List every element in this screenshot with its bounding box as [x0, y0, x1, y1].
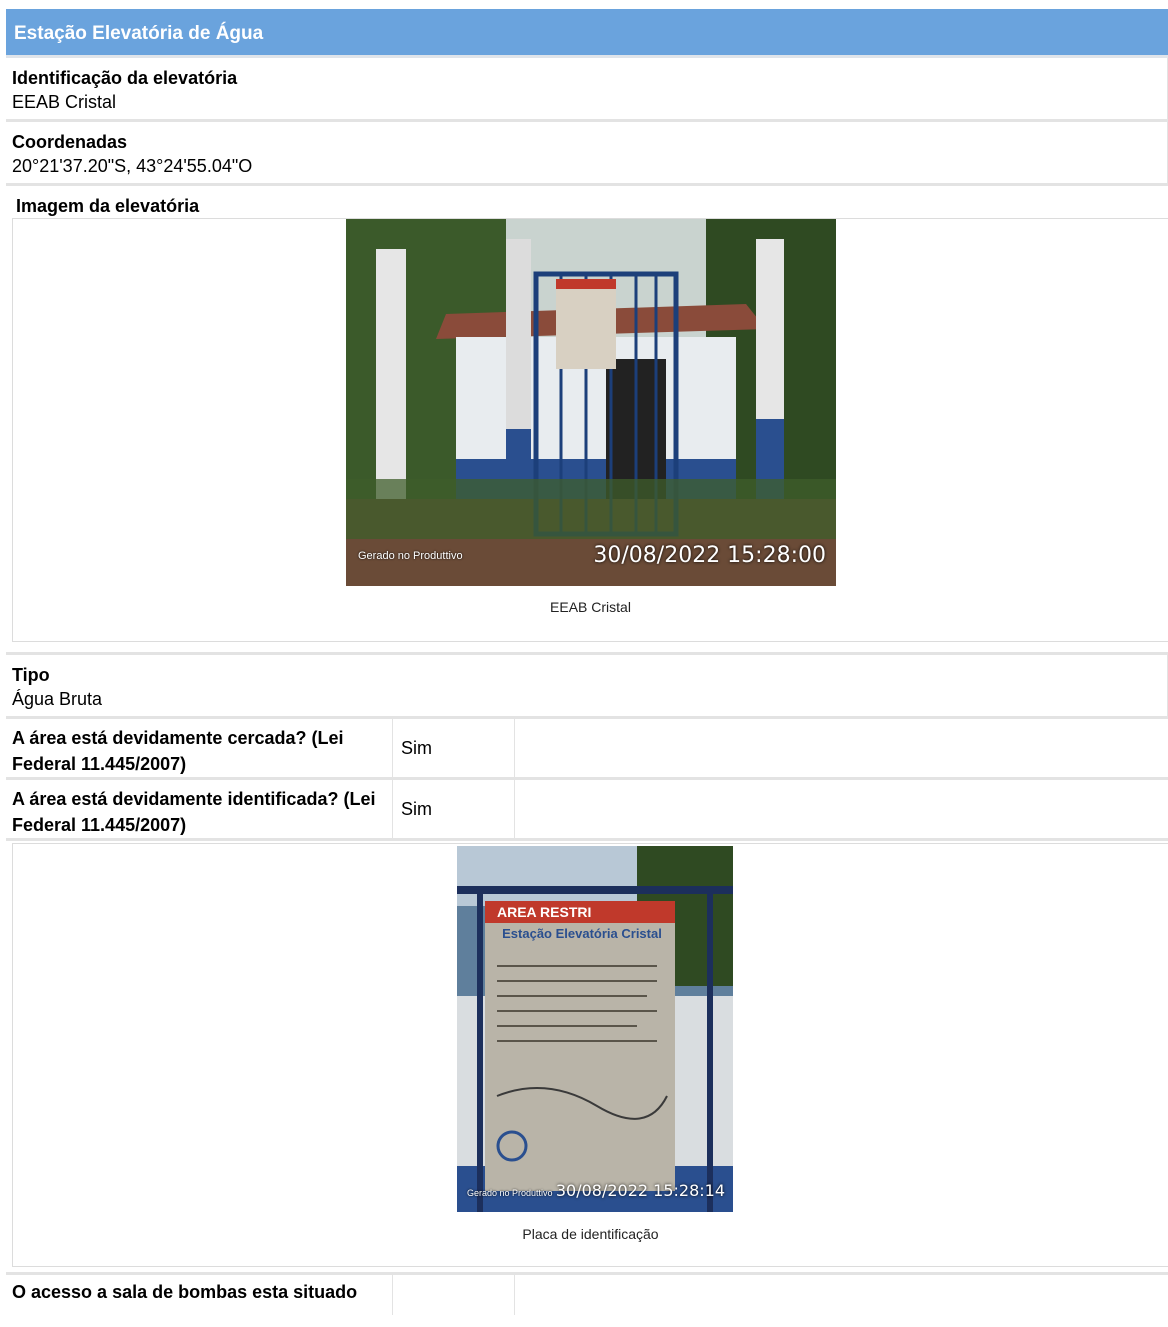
- question-label: A área está devidamente identificada? (L…: [6, 780, 393, 838]
- station-image-label: Imagem da elevatória: [16, 196, 200, 216]
- photo-timestamp: 30/08/2022 15:28:00: [593, 543, 826, 568]
- coordinates-label: Coordenadas: [12, 132, 128, 152]
- sign-title-text: Estação Elevatória Cristal: [502, 926, 662, 941]
- tipo-label: Tipo: [12, 665, 50, 685]
- station-image-frame: Gerado no Produttivo 30/08/2022 15:28:00…: [12, 218, 1168, 642]
- question-answer: [393, 1275, 515, 1315]
- sign-photo-graphic: [457, 846, 733, 1212]
- photo-timestamp: 30/08/2022 15:28:14: [555, 1181, 725, 1200]
- tipo-field: Tipo Água Bruta: [6, 655, 1168, 719]
- report-page: Estação Elevatória de Água Identificação…: [6, 9, 1168, 1315]
- question-label: O acesso a sala de bombas esta situado: [6, 1275, 393, 1315]
- sign-photo-caption: Placa de identificação: [522, 1226, 659, 1242]
- station-photo-caption: EEAB Cristal: [550, 599, 631, 615]
- question-spacer: [515, 780, 1168, 838]
- identification-value: EEAB Cristal: [12, 92, 117, 112]
- station-photo: Gerado no Produttivo 30/08/2022 15:28:00: [346, 219, 836, 586]
- question-label: A área está devidamente cercada? (Lei Fe…: [6, 719, 393, 777]
- section-header: Estação Elevatória de Água: [6, 9, 1168, 58]
- question-answer: Sim: [393, 719, 515, 777]
- tipo-value: Água Bruta: [12, 689, 103, 709]
- coordinates-field: Coordenadas 20°21'37.20"S, 43°24'55.04"O: [6, 122, 1168, 186]
- sign-photo: AREA RESTRI Estação Elevatória Cristal G…: [457, 846, 733, 1212]
- coordinates-value: 20°21'37.20"S, 43°24'55.04"O: [12, 156, 253, 176]
- question-row: A área está devidamente identificada? (L…: [6, 780, 1168, 841]
- photo-stamp-left: Gerado no Produttivo: [467, 1188, 553, 1198]
- question-answer: Sim: [393, 780, 515, 838]
- question-spacer: [515, 1275, 1168, 1315]
- question-spacer: [515, 719, 1168, 777]
- section-title: Estação Elevatória de Água: [14, 23, 264, 44]
- sign-image-field: AREA RESTRI Estação Elevatória Cristal G…: [6, 841, 1168, 1275]
- question-row: A área está devidamente cercada? (Lei Fe…: [6, 719, 1168, 780]
- photo-stamp-left: Gerado no Produttivo: [358, 550, 463, 562]
- sign-image-frame: AREA RESTRI Estação Elevatória Cristal G…: [12, 843, 1168, 1267]
- identification-label: Identificação da elevatória: [12, 68, 238, 88]
- identification-field: Identificação da elevatória EEAB Cristal: [6, 58, 1168, 122]
- station-photo-graphic: [346, 219, 836, 586]
- station-image-field: Imagem da elevatória Gerado no Produttiv…: [6, 186, 1168, 655]
- question-row: O acesso a sala de bombas esta situado: [6, 1275, 1168, 1315]
- sign-header-text: AREA RESTRI: [497, 904, 592, 920]
